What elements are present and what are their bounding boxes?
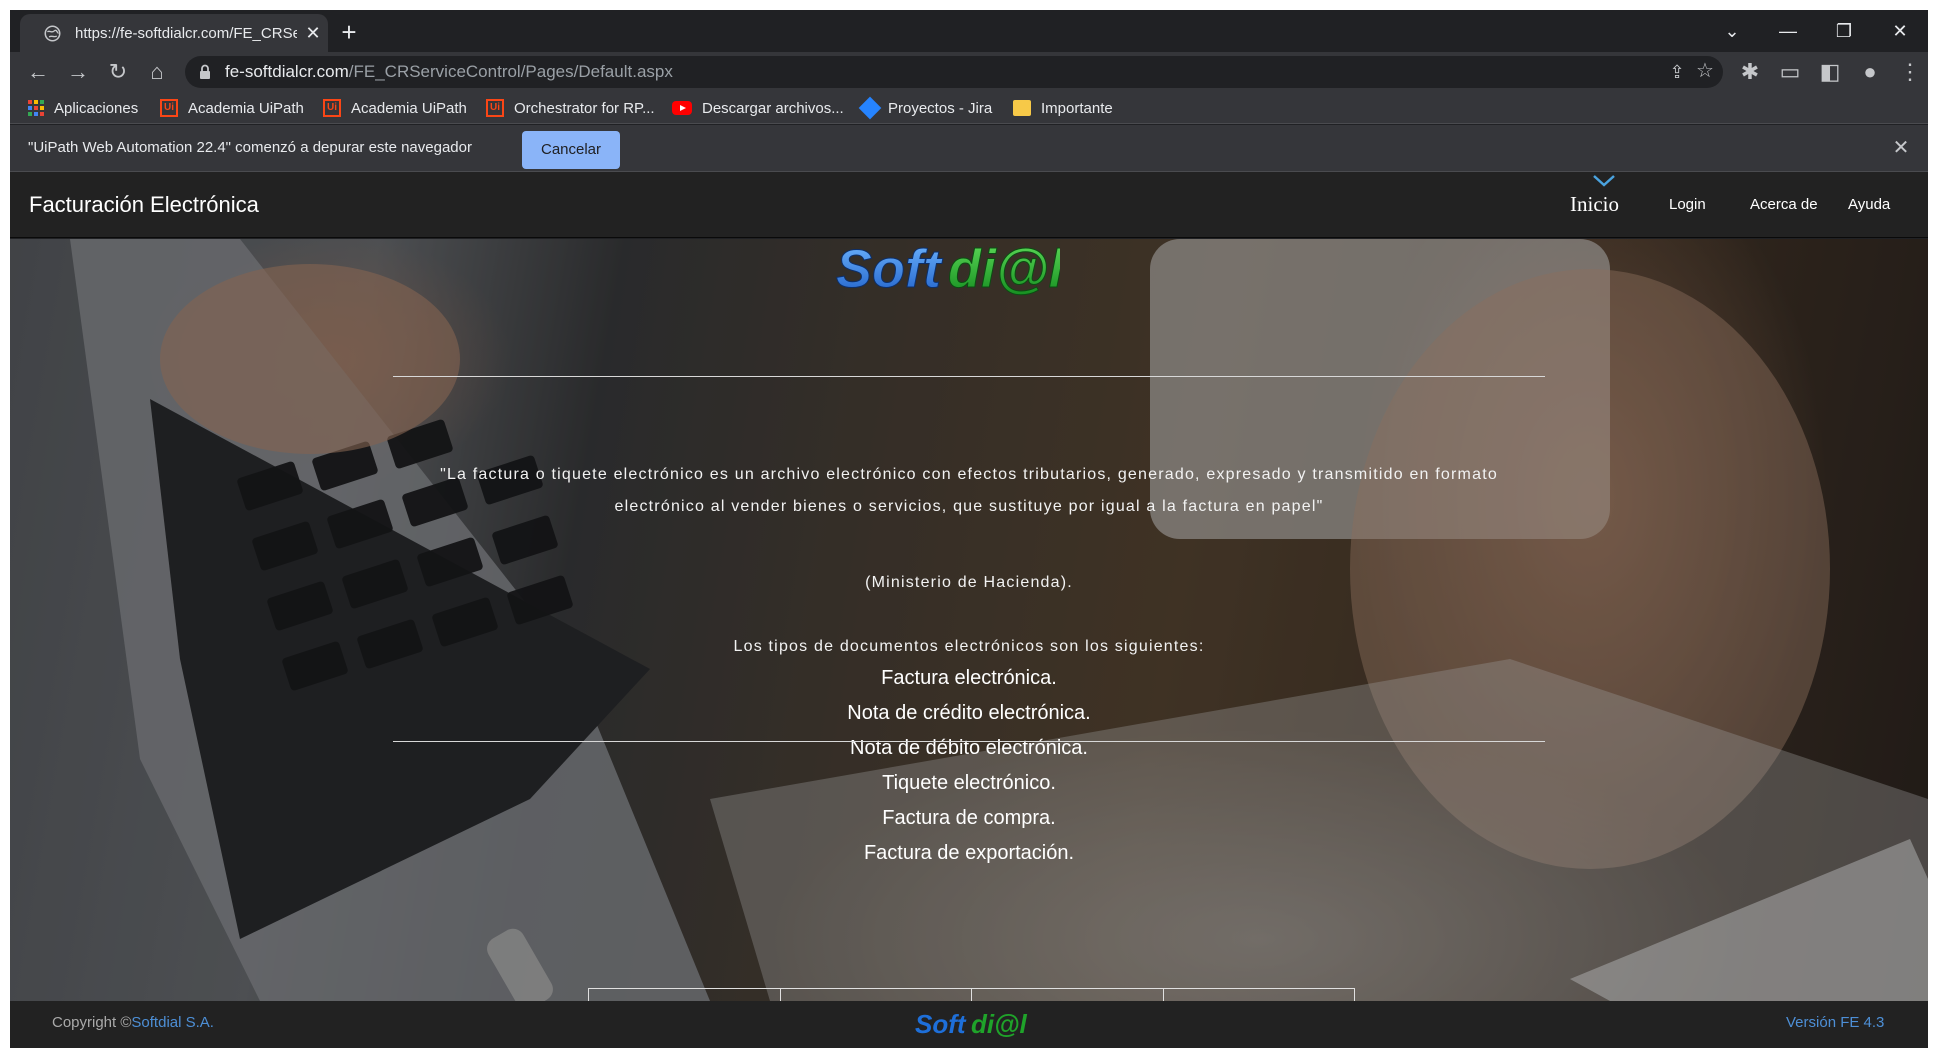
minimize-icon[interactable]: — <box>1768 18 1808 44</box>
active-nav-chevron-icon <box>1593 175 1615 187</box>
bookmark-star-icon[interactable]: ☆ <box>1693 59 1717 83</box>
browser-toolbar: ← → ↻ ⌂ fe-softdialcr.com/FE_CRServiceCo… <box>10 52 1928 92</box>
tab-strip: https://fe-softdialcr.com/FE_CRSe ✕ + ⌄ … <box>10 10 1928 52</box>
bookmark-label: Descargar archivos... <box>702 99 844 117</box>
company-link[interactable]: Softdial S.A. <box>131 1014 214 1031</box>
bookmark-label: Academia UiPath <box>351 99 467 117</box>
bookmark-descargar[interactable]: Descargar archivos... <box>672 96 844 120</box>
feature-tile[interactable] <box>972 989 1164 1001</box>
bookmark-label: Proyectos - Jira <box>888 99 993 117</box>
document-types-intro: Los tipos de documentos electrónicos son… <box>733 638 1205 655</box>
site-navbar: Facturación Electrónica Inicio Login Ace… <box>10 172 1928 238</box>
lock-icon[interactable] <box>199 64 211 80</box>
hacienda-quote: "La factura o tiquete electrónico es un … <box>440 466 1498 515</box>
divider-bottom <box>393 741 1545 742</box>
url-path: /FE_CRServiceControl/Pages/Default.aspx <box>348 62 673 81</box>
site-brand[interactable]: Facturación Electrónica <box>29 192 259 218</box>
list-item: Nota de débito electrónica. <box>850 737 1088 759</box>
feature-tiles <box>588 988 1355 1001</box>
extensions-icon[interactable]: ✱ <box>1738 60 1762 84</box>
tab-search-icon[interactable]: ⌄ <box>1712 18 1752 44</box>
window-close-icon[interactable]: ✕ <box>1880 18 1920 44</box>
feature-tile[interactable] <box>781 989 972 1001</box>
bookmark-academia-uipath[interactable]: Ui Academia UiPath <box>160 96 304 120</box>
url-host: fe-softdialcr.com <box>225 62 349 81</box>
tab-title: https://fe-softdialcr.com/FE_CRSe <box>75 25 297 42</box>
list-item: Tiquete electrónico. <box>882 772 1056 794</box>
share-icon[interactable]: ⇪ <box>1665 60 1689 84</box>
softdial-footer-logo: Soft di@l <box>915 1009 1027 1039</box>
browser-window: https://fe-softdialcr.com/FE_CRSe ✕ + ⌄ … <box>10 10 1928 1048</box>
cancel-debugging-button[interactable]: Cancelar <box>522 131 620 169</box>
bookmark-academia-uipath-2[interactable]: Ui Academia UiPath <box>323 96 467 120</box>
bookmark-aplicaciones[interactable]: Aplicaciones <box>28 96 138 120</box>
divider-top <box>393 376 1545 377</box>
debugging-infobar: "UiPath Web Automation 22.4" comenzó a d… <box>10 125 1928 172</box>
uipath-icon: Ui <box>486 99 504 117</box>
browser-tab[interactable]: https://fe-softdialcr.com/FE_CRSe ✕ <box>20 14 328 52</box>
list-item: Factura de compra. <box>882 807 1056 829</box>
bookmark-label: Orchestrator for RP... <box>514 99 655 117</box>
folder-icon <box>1013 100 1031 116</box>
apps-grid-icon <box>28 100 44 116</box>
bookmark-importante[interactable]: Importante <box>1013 96 1113 120</box>
hero-dim-overlay <box>10 239 1928 1001</box>
nav-inicio[interactable]: Inicio <box>1570 192 1619 217</box>
nav-ayuda[interactable]: Ayuda <box>1848 196 1890 213</box>
bookmark-jira[interactable]: Proyectos - Jira <box>858 96 993 120</box>
forward-icon[interactable]: → <box>66 60 90 84</box>
version-label: Versión FE 4.3 <box>1786 1014 1885 1031</box>
site-footer: Copyright ©Softdial S.A. Soft di@l Versi… <box>10 1001 1928 1048</box>
menu-icon[interactable]: ⋮ <box>1898 60 1922 84</box>
profile-icon[interactable]: ● <box>1858 60 1882 84</box>
new-tab-icon[interactable]: + <box>335 19 363 47</box>
infobar-message: "UiPath Web Automation 22.4" comenzó a d… <box>28 139 472 156</box>
home-icon[interactable]: ⌂ <box>145 60 169 84</box>
reload-icon[interactable]: ↻ <box>106 60 130 84</box>
bookmark-label: Importante <box>1041 99 1113 117</box>
bookmarks-bar: Aplicaciones Ui Academia UiPath Ui Acade… <box>10 92 1928 124</box>
back-icon[interactable]: ← <box>26 60 50 84</box>
bookmark-orchestrator[interactable]: Ui Orchestrator for RP... <box>486 96 655 120</box>
uipath-icon: Ui <box>323 99 341 117</box>
side-panel-icon[interactable]: ◧ <box>1818 60 1842 84</box>
svg-text:di@l: di@l <box>971 1009 1027 1039</box>
svg-text:Soft: Soft <box>915 1009 967 1039</box>
nav-acerca-de[interactable]: Acerca de <box>1750 196 1818 213</box>
infobar-close-icon[interactable]: ✕ <box>1890 137 1912 159</box>
uipath-icon: Ui <box>160 99 178 117</box>
globe-icon <box>44 25 61 42</box>
svg-text:Soft: Soft <box>836 239 943 299</box>
youtube-icon <box>672 101 692 115</box>
bookmark-label: Aplicaciones <box>54 99 139 117</box>
copyright-text: Copyright ©Softdial S.A. <box>52 1014 214 1031</box>
url-text[interactable]: fe-softdialcr.com/FE_CRServiceControl/Pa… <box>225 62 673 82</box>
svg-text:di@l: di@l <box>948 239 1060 299</box>
list-item: Factura electrónica. <box>881 667 1057 689</box>
document-types-list: Factura electrónica. Nota de crédito ele… <box>393 661 1545 871</box>
softdial-logo: Soft di@l <box>836 239 1061 300</box>
hero-section: Soft di@l "La factura o tiquete electrón… <box>10 239 1928 1001</box>
jira-icon <box>858 96 882 120</box>
copyright-prefix: Copyright © <box>52 1014 132 1031</box>
list-item: Factura de exportación. <box>863 842 1075 864</box>
nav-login[interactable]: Login <box>1669 196 1706 213</box>
list-item: Nota de crédito electrónica. <box>847 702 1091 724</box>
tab-close-icon[interactable]: ✕ <box>302 22 324 44</box>
restore-icon[interactable]: ❐ <box>1824 18 1864 44</box>
cast-icon[interactable]: ▭ <box>1778 60 1802 84</box>
feature-tile[interactable] <box>1164 989 1355 1001</box>
address-bar[interactable]: fe-softdialcr.com/FE_CRServiceControl/Pa… <box>185 56 1723 88</box>
feature-tile[interactable] <box>589 989 781 1001</box>
bookmark-label: Academia UiPath <box>188 99 304 117</box>
quote-source: (Ministerio de Hacienda). <box>865 574 1073 591</box>
